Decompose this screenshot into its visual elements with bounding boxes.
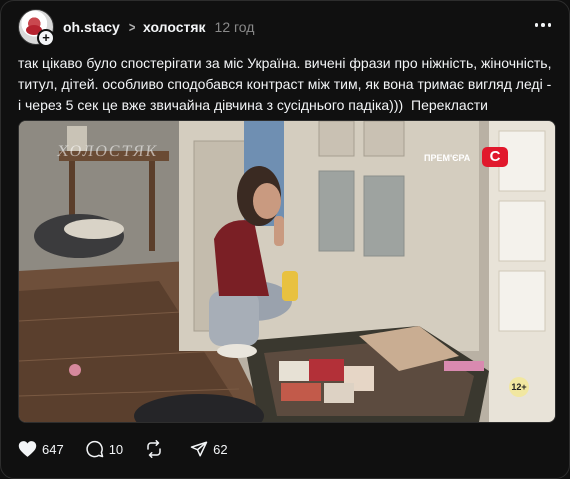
repost-icon — [147, 440, 161, 458]
post-header: oh.stacy > холостяк 12 год — [63, 17, 254, 37]
age-rating-badge: 12+ — [509, 377, 529, 397]
comment-count: 10 — [108, 441, 124, 457]
like-count: 647 — [42, 441, 64, 457]
username[interactable]: oh.stacy — [63, 19, 120, 35]
comment-bubble-icon — [86, 440, 103, 458]
heart-icon — [18, 441, 37, 457]
tv-still-image — [19, 121, 555, 422]
like-button[interactable]: 647 — [18, 440, 64, 458]
post-body: так цікаво було спостерігати за міс Укра… — [18, 53, 558, 116]
translate-link[interactable]: Перекласти — [411, 97, 488, 113]
post-time[interactable]: 12 год — [215, 19, 255, 35]
repost-button[interactable] — [145, 440, 168, 458]
follow-plus-icon[interactable]: + — [37, 29, 55, 47]
post-image[interactable]: ХОЛОСТЯК ПРЕМ'ЄРА С 12+ — [18, 120, 556, 423]
share-button[interactable]: 62 — [190, 440, 228, 458]
send-icon — [190, 441, 208, 457]
action-bar: 647 10 62 — [18, 437, 250, 461]
premiere-label: ПРЕМ'ЄРА — [424, 153, 471, 163]
chevron-right-icon: > — [128, 19, 136, 35]
community-name[interactable]: холостяк — [143, 19, 206, 35]
record-dot-icon — [69, 364, 81, 376]
more-dots-icon[interactable] — [531, 15, 555, 35]
thread-post: + oh.stacy > холостяк 12 год так цікаво … — [0, 0, 570, 479]
comment-button[interactable]: 10 — [86, 440, 123, 458]
channel-logo: С — [482, 147, 508, 167]
share-count: 62 — [213, 441, 228, 457]
show-watermark: ХОЛОСТЯК — [55, 143, 160, 160]
